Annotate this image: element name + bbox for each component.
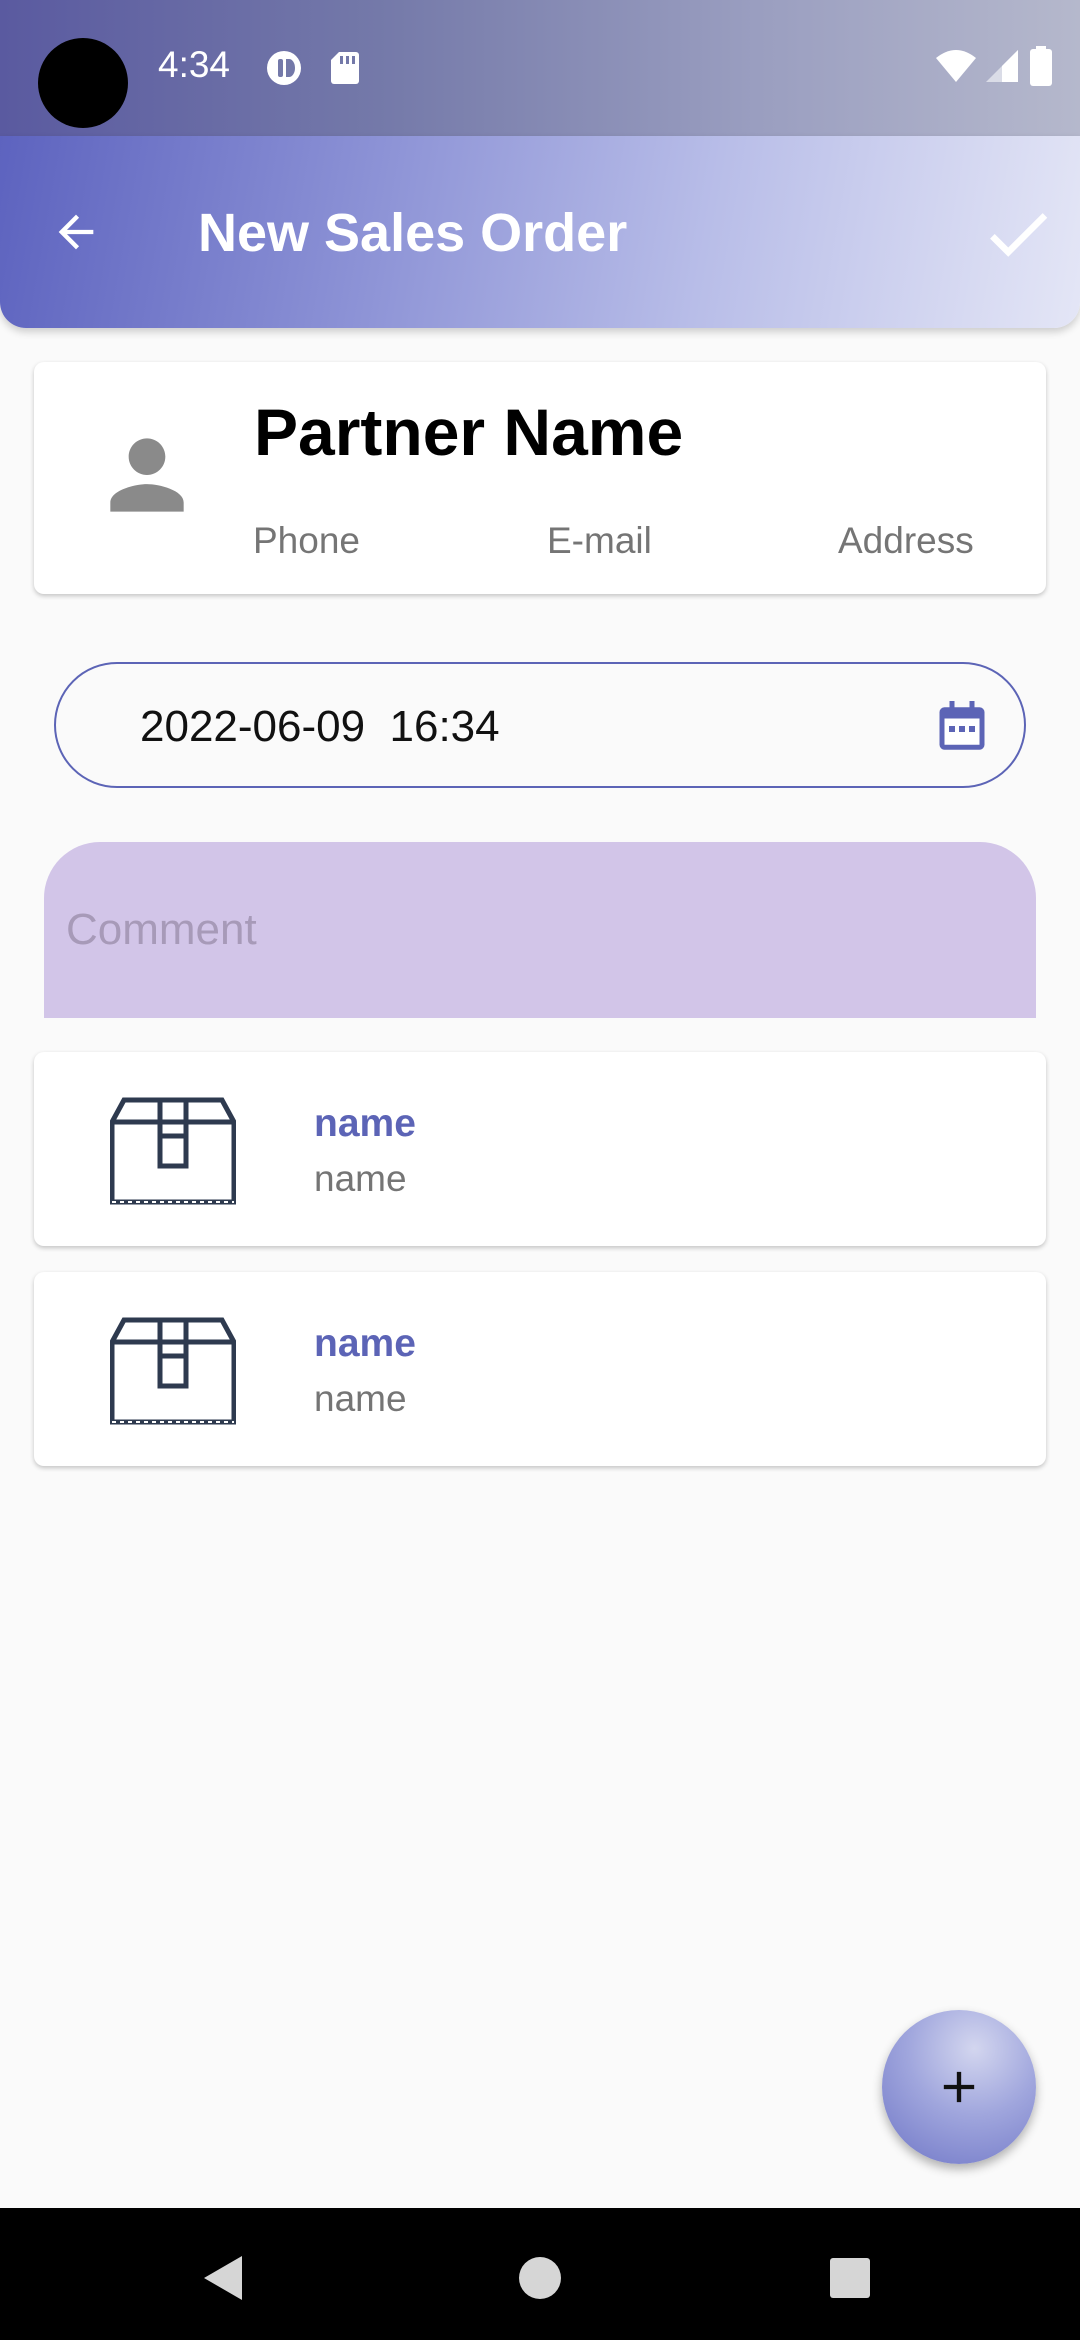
item-subtitle: name — [314, 1378, 407, 1419]
nav-home-icon[interactable] — [510, 2248, 570, 2308]
list-item[interactable]: name name — [34, 1052, 1046, 1246]
date-field[interactable]: 2022-06-09 16:34 — [54, 662, 1026, 788]
screen: 4:34 New Sales Order Partner Name Phone … — [0, 0, 1080, 2340]
status-bar: 4:34 — [0, 0, 1080, 136]
nav-recents-icon[interactable] — [820, 2248, 880, 2308]
wifi-icon — [936, 50, 976, 82]
camera-cutout — [38, 38, 128, 128]
system-nav-bar — [0, 2208, 1080, 2340]
back-button[interactable] — [40, 196, 112, 268]
partner-name: Partner Name — [254, 395, 684, 469]
battery-icon — [1030, 46, 1052, 86]
add-item-button[interactable] — [882, 2010, 1036, 2164]
date-value: 2022-06-09 16:34 — [140, 702, 500, 751]
list-item[interactable]: name name — [34, 1272, 1046, 1466]
box-icon — [110, 1097, 236, 1205]
confirm-button[interactable] — [976, 192, 1060, 276]
comment-input[interactable] — [44, 842, 1036, 1018]
calendar-icon[interactable] — [932, 696, 992, 756]
item-subtitle: name — [314, 1158, 407, 1199]
check-icon — [990, 213, 1048, 257]
item-title: name — [314, 1102, 416, 1145]
partner-address[interactable]: Address — [838, 520, 974, 562]
page-title: New Sales Order — [198, 203, 628, 263]
item-title: name — [314, 1322, 416, 1365]
partner-email[interactable]: E-mail — [547, 520, 652, 562]
partner-phone[interactable]: Phone — [253, 520, 360, 562]
nav-back-icon[interactable] — [196, 2248, 256, 2308]
arrow-back-icon — [58, 214, 94, 250]
box-icon — [110, 1317, 236, 1425]
plus-icon — [943, 2071, 975, 2103]
vpn-key-icon — [267, 51, 301, 85]
app-bar: New Sales Order — [0, 136, 1080, 328]
sd-card-icon — [331, 52, 359, 84]
signal-icon — [986, 50, 1018, 82]
person-icon — [110, 438, 184, 512]
status-time: 4:34 — [158, 44, 231, 85]
partner-card[interactable]: Partner Name Phone E-mail Address — [34, 362, 1046, 594]
